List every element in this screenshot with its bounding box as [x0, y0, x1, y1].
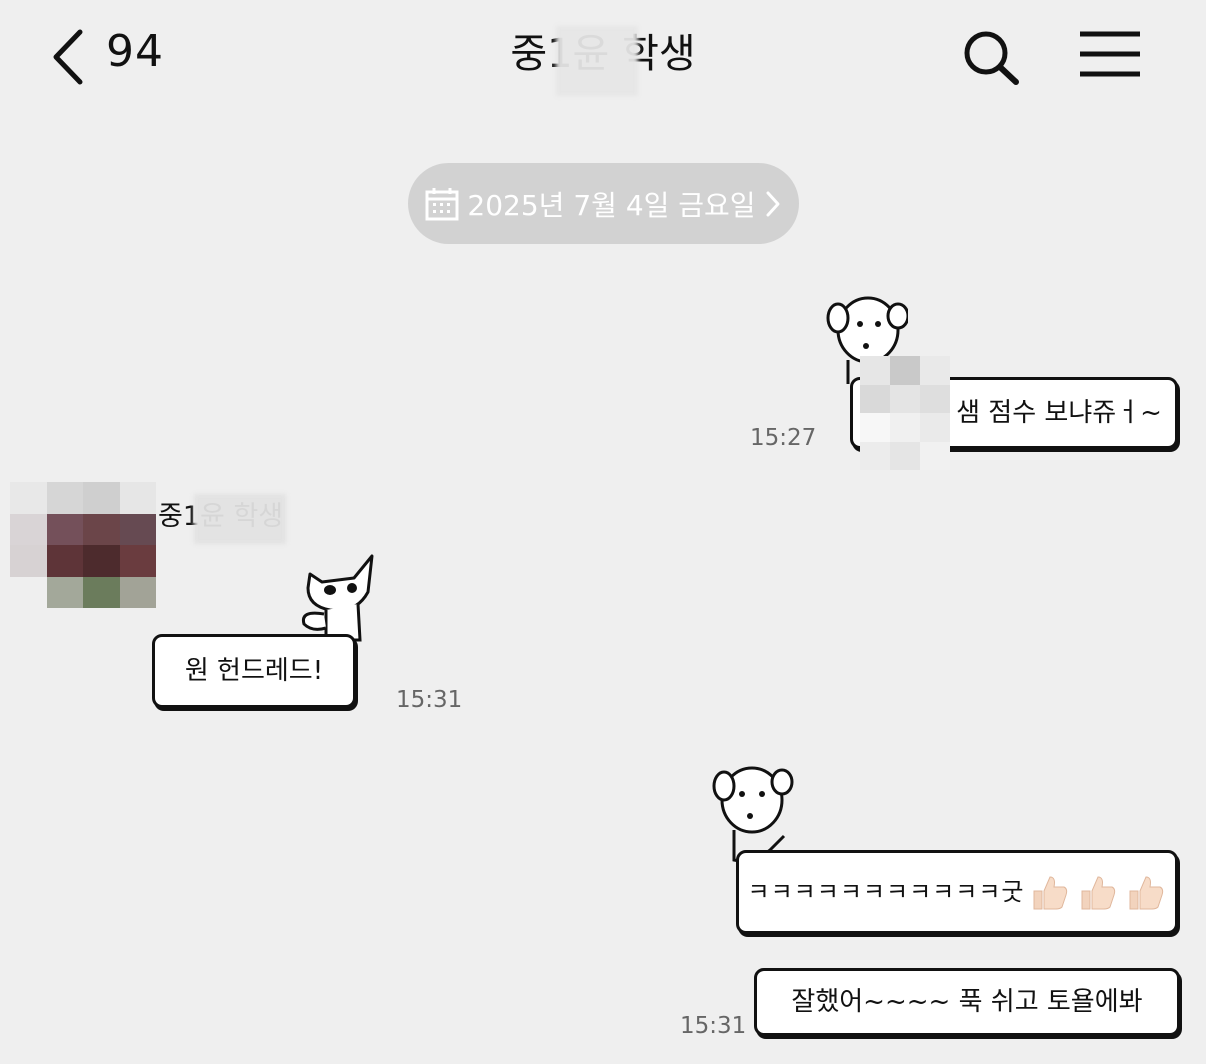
date-divider-label: 2025년 7월 4일 금요일	[467, 188, 756, 222]
date-divider[interactable]: 2025년 7월 4일 금요일	[408, 163, 799, 244]
thumbs-up-emojis	[1028, 871, 1166, 913]
message-bubble-incoming[interactable]: 원 헌드레드!	[152, 634, 356, 708]
title-redaction	[556, 26, 638, 96]
pixelated-redaction	[860, 356, 950, 470]
message-bubble-outgoing[interactable]: 잘했어~~~~ 푹 쉬고 토욜에봐	[754, 968, 1180, 1036]
thumbs-up-icon	[1033, 876, 1068, 910]
chevron-right-icon	[766, 191, 780, 216]
thumbs-up-icon	[1129, 876, 1164, 910]
message-text: 샘 점수 보냐쥬ㅓ~	[956, 398, 1162, 428]
search-icon[interactable]	[960, 28, 1022, 86]
message-text: 원 헌드레드!	[184, 656, 324, 686]
message-time: 15:27	[750, 425, 817, 451]
message-text: 잘했어~~~~ 푹 쉬고 토욜에봐	[791, 987, 1143, 1017]
message-bubble-outgoing[interactable]: ㅋㅋㅋㅋㅋㅋㅋㅋㅋㅋㅋ굿	[736, 850, 1178, 934]
calendar-icon	[425, 187, 459, 220]
name-redaction	[194, 494, 286, 544]
cat-sticker	[301, 554, 374, 642]
message-text: ㅋㅋㅋㅋㅋㅋㅋㅋㅋㅋㅋ굿	[747, 878, 1025, 906]
thumbs-up-icon	[1081, 876, 1116, 910]
menu-icon[interactable]	[1078, 30, 1142, 80]
message-time: 15:31	[680, 1013, 747, 1039]
message-time: 15:31	[396, 687, 463, 713]
avatar[interactable]	[10, 482, 156, 608]
